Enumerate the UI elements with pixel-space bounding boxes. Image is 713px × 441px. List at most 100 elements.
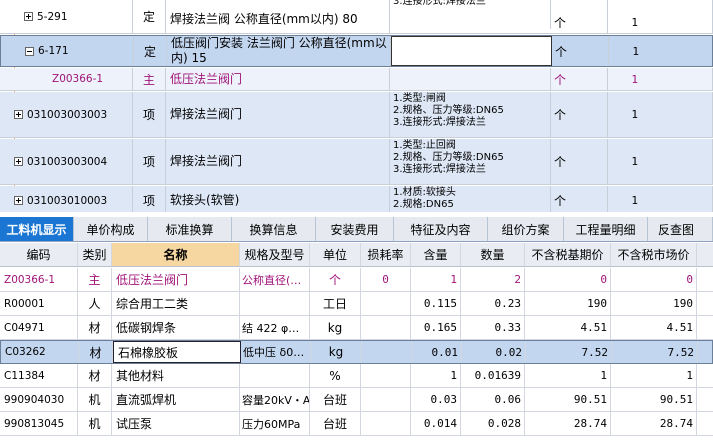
tab-unit-price-composition[interactable]: 单价构成 [74,217,148,241]
cell-code: Z00366-1 [0,268,78,291]
table-row[interactable]: C04971 材 低碳钢焊条 结 422 φ… kg 0.165 0.33 4.… [0,316,713,340]
table-row[interactable]: 990813045 机 试压泵 压力60MPa 台班 0.014 0.028 2… [0,412,713,436]
cell-spec[interactable]: 低中压 δ0… [241,341,311,363]
table-row[interactable]: 990904030 机 直流弧焊机 容量20kV・A 台班 0.03 0.06 … [0,388,713,412]
cell-market-price[interactable]: 190 [611,292,697,315]
col-spec[interactable]: 规格及型号 [240,243,310,266]
cell-market-price[interactable]: 7.52 [612,341,698,363]
cell-spec[interactable] [240,292,310,315]
table-row[interactable]: 031003003003 项 焊接法兰阀门 1.类型:闸阀 2.规格、压力等级:… [0,92,713,138]
tree-cell[interactable]: 031003003004 [0,139,133,184]
cell-unit: 台班 [310,412,361,435]
cell-content[interactable]: 0.01 [412,341,462,363]
col-category[interactable]: 类别 [78,243,112,266]
item-features-editor[interactable] [391,36,552,66]
cell-loss-rate[interactable] [361,316,411,339]
cell-name[interactable]: 其他材料 [112,364,240,387]
cell-quantity[interactable]: 0.02 [462,341,526,363]
cell-code: C03262 [1,341,79,363]
cell-name-editor[interactable]: 石棉橡胶板 [113,341,241,363]
cell-content[interactable]: 1 [411,268,461,291]
cell-quantity[interactable]: 0.33 [461,316,525,339]
cell-loss-rate[interactable] [361,412,411,435]
tab-pricing-scheme[interactable]: 组价方案 [488,217,564,241]
cell-name[interactable]: 综合用工二类 [112,292,240,315]
cell-spec[interactable]: 结 422 φ… [240,316,310,339]
cell-content[interactable]: 0.03 [411,388,461,411]
col-loss-rate[interactable]: 损耗率 [361,243,411,266]
cell-name[interactable]: 直流弧焊机 [112,388,240,411]
item-features: 1.类型:止回阀 2.规格、压力等级:DN65 3.连接形式:焊接法兰 [390,139,551,184]
item-name: 低压阀门安装 法兰阀门 公称直径(mm以内) 15 [167,36,391,66]
expand-icon[interactable] [14,196,23,205]
table-row-selected[interactable]: C03262 材 石棉橡胶板 低中压 δ0… kg 0.01 0.02 7.52… [0,340,713,364]
cell-loss-rate[interactable] [361,364,411,387]
tab-standard-conversion[interactable]: 标准换算 [148,217,232,241]
tree-cell[interactable]: Z00366-1 [0,68,133,90]
tab-labor-material-machine[interactable]: 工料机显示 [0,217,74,241]
cell-base-price: 4.51 [525,316,611,339]
tab-quantity-details[interactable]: 工程量明细 [564,217,648,241]
item-unit: 个 [551,139,608,184]
tree-cell[interactable]: 5-291 [0,0,133,33]
cell-spec[interactable]: 公称直径(… [240,268,310,291]
cell-content[interactable]: 0.014 [411,412,461,435]
cell-loss-rate[interactable] [361,292,411,315]
cell-quantity[interactable]: 0.06 [461,388,525,411]
table-row[interactable]: R00001 人 综合用工二类 工日 0.115 0.23 190 190 [0,292,713,316]
cell-content[interactable]: 0.165 [411,316,461,339]
cell-market-price[interactable]: 0 [611,268,697,291]
cell-loss-rate[interactable] [362,341,412,363]
tree-cell[interactable]: 031003010003 [0,186,133,212]
cell-market-price[interactable]: 4.51 [611,316,697,339]
expand-icon[interactable] [24,12,33,21]
expand-icon[interactable] [14,157,23,166]
cell-spec[interactable] [240,364,310,387]
table-row[interactable]: 031003003004 项 焊接法兰阀门 1.类型:止回阀 2.规格、压力等级… [0,139,713,185]
cell-market-price[interactable]: 28.74 [611,412,697,435]
cell-code: C11384 [0,364,78,387]
tree-cell[interactable]: 6-171 [1,36,134,66]
cell-spec[interactable]: 容量20kV・A [240,388,310,411]
tab-conversion-info[interactable]: 换算信息 [232,217,316,241]
cell-base-price: 190 [525,292,611,315]
cell-content[interactable]: 0.115 [411,292,461,315]
table-row[interactable]: C11384 材 其他材料 % 1 0.01639 1 1 [0,364,713,388]
cell-name[interactable]: 低压法兰阀门 [112,268,240,291]
cell-content[interactable]: 1 [411,364,461,387]
cell-loss-rate[interactable]: 0 [361,268,411,291]
cell-quantity[interactable]: 0.01639 [461,364,525,387]
cell-spec[interactable]: 压力60MPa [240,412,310,435]
tab-reverse-lookup[interactable]: 反查图 [648,217,713,241]
collapse-icon[interactable] [25,46,34,56]
col-base-price[interactable]: 不含税基期价 [525,243,611,266]
table-row-selected[interactable]: 6-171 定 低压阀门安装 法兰阀门 公称直径(mm以内) 15 个 1 [0,35,713,67]
item-type: 项 [133,139,166,184]
table-row[interactable]: Z00366-1 主 低压法兰阀门 公称直径(… 个 0 1 2 0 0 [0,268,713,292]
table-row[interactable]: 5-291 定 焊接法兰阀 公称直径(mm以内) 80 3.连接形式:焊接法兰 … [0,0,713,34]
tab-installation-cost[interactable]: 安装费用 [316,217,394,241]
col-code[interactable]: 编码 [0,243,78,266]
expand-icon[interactable] [14,110,23,119]
tree-cell[interactable]: 031003003003 [0,92,133,137]
table-row[interactable]: 031003010003 项 软接头(软管) 1.材质:软接头 2.规格:DN6… [0,186,713,212]
cell-name[interactable]: 试压泵 [112,412,240,435]
cell-name[interactable]: 低碳钢焊条 [112,316,240,339]
col-name[interactable]: 名称 [112,243,240,266]
col-unit[interactable]: 单位 [310,243,361,266]
col-market-price[interactable]: 不含税市场价 [611,243,697,266]
table-row[interactable]: Z00366-1 主 低压法兰阀门 个 1 [0,68,713,91]
cell-quantity[interactable]: 0.028 [461,412,525,435]
cell-code: 990813045 [0,412,78,435]
cell-market-price[interactable]: 90.51 [611,388,697,411]
item-type: 定 [134,36,167,66]
cell-market-price[interactable]: 1 [611,364,697,387]
cell-quantity[interactable]: 0.23 [461,292,525,315]
cell-unit: 台班 [310,388,361,411]
cell-quantity[interactable]: 2 [461,268,525,291]
col-content[interactable]: 含量 [411,243,461,266]
col-quantity[interactable]: 数量 [461,243,525,266]
tab-features-content[interactable]: 特征及内容 [394,217,488,241]
item-unit: 个 [551,0,608,33]
cell-loss-rate[interactable] [361,388,411,411]
